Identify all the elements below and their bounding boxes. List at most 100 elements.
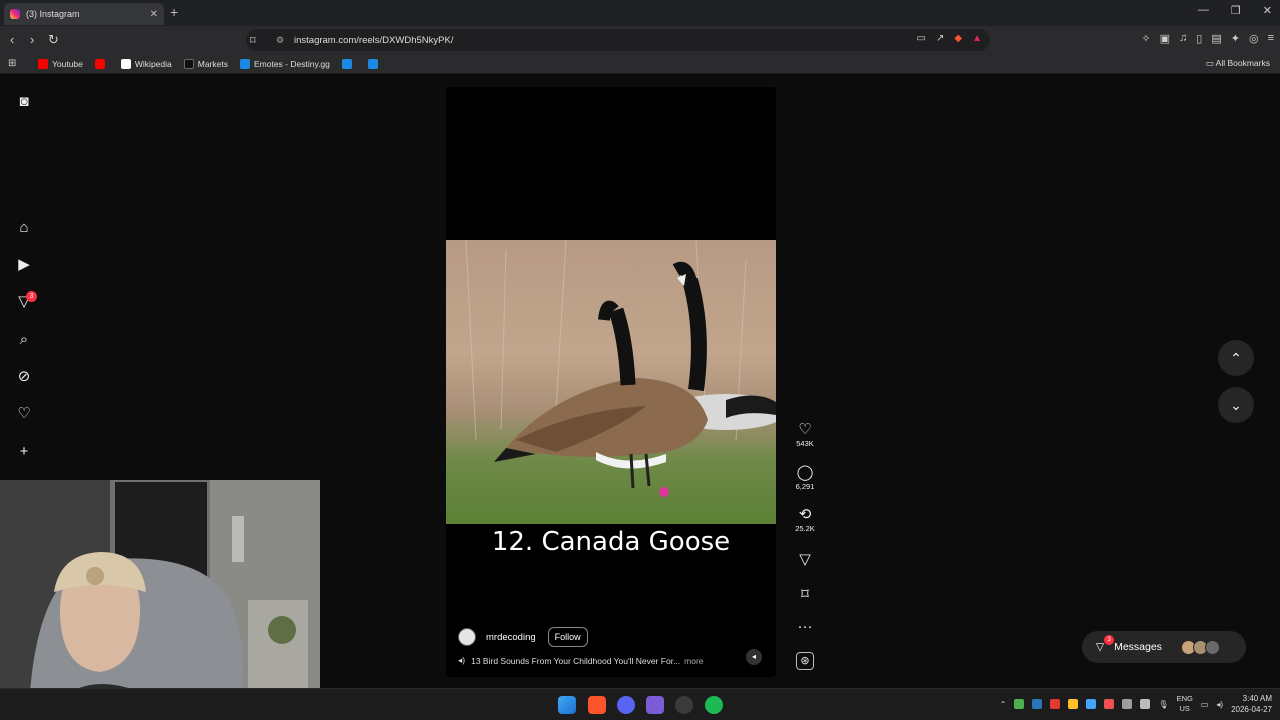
more-link[interactable]: more (684, 656, 703, 666)
menu-icon[interactable]: ≡ (1268, 32, 1274, 45)
bookmarks-bar: ⊞ Youtube Wikipedia Markets Emotes - Des… (0, 54, 1280, 74)
home-icon[interactable]: ⌂ (14, 217, 34, 237)
next-reel-button[interactable]: ⌄ (1218, 387, 1254, 423)
restore-button[interactable]: ❐ (1231, 4, 1241, 17)
audio-source-action[interactable]: ⊛ (790, 652, 820, 670)
windows-start-icon[interactable] (558, 696, 576, 714)
audio-avatar-icon[interactable]: ⊛ (796, 652, 814, 670)
tray-overflow-icon[interactable]: ⌃ (1000, 700, 1007, 709)
search-icon[interactable]: ⌕ (14, 329, 34, 349)
tray-app-icon[interactable] (1140, 699, 1151, 709)
create-icon[interactable]: + (14, 441, 34, 461)
bookmark-page-icon[interactable]: ⌑ (250, 34, 256, 47)
network-icon[interactable]: ▭ (1201, 700, 1209, 709)
author-avatar[interactable] (458, 628, 476, 646)
url-bar-icons: ▭ ↗ ◆ ▲ (917, 33, 982, 44)
vpn-icon[interactable]: ◎ (1249, 32, 1259, 45)
brave-taskbar-icon[interactable] (588, 696, 606, 714)
like-action[interactable]: ♡ 543K (790, 420, 820, 448)
instagram-favicon-icon (10, 9, 20, 19)
sidebar-icon[interactable]: ▯ (1196, 32, 1202, 45)
close-window-button[interactable]: ✕ (1263, 4, 1272, 17)
save-action[interactable]: ⌑ (790, 585, 820, 603)
share-icon[interactable]: ↗ (936, 33, 944, 44)
messages-badge: 3 (1104, 635, 1114, 645)
address-bar[interactable]: ⌑ ⚙ instagram.com/reels/DXWDh5NkyPK/ ▭ ↗… (246, 29, 990, 51)
system-clock[interactable]: 3:40 AM 2026-04-27 (1231, 693, 1272, 715)
apps-grid-icon[interactable]: ⊞ (8, 58, 22, 69)
tray-app-icon[interactable] (1122, 699, 1133, 709)
bookmark-destiny-3[interactable] (367, 58, 382, 69)
tray-app-icon[interactable] (1050, 699, 1061, 709)
forward-button[interactable]: › (30, 32, 34, 47)
repost-action[interactable]: ⟲ 25.2K (790, 505, 820, 533)
tray-app-icon[interactable] (1068, 699, 1079, 709)
back-button[interactable]: ‹ (10, 32, 14, 47)
bookmark-youtube[interactable]: Youtube (38, 58, 83, 69)
window-controls: — ❐ ✕ (1198, 4, 1272, 17)
send-icon[interactable]: ▽ (790, 550, 820, 568)
bookmark-markets[interactable]: Markets (183, 58, 228, 69)
system-tray: ⌃ 🎙 ENG US ▭ ◂) 3:40 AM 2026-04-27 (1000, 693, 1272, 715)
new-tab-button[interactable]: + (170, 4, 178, 20)
follow-button[interactable]: Follow (547, 627, 588, 647)
bookmark-label: Markets (197, 58, 228, 69)
discord-taskbar-icon[interactable] (617, 696, 635, 714)
tray-app-icon[interactable] (1104, 699, 1115, 709)
reel-video[interactable]: 12. Canada Goose mrdecoding Follow ◂) 13… (446, 87, 776, 677)
media-icon[interactable]: ♫ (1179, 32, 1187, 45)
reel-overlay-title: 12. Canada Goose (491, 527, 731, 557)
tray-steam-icon[interactable] (1032, 699, 1043, 709)
comment-action[interactable]: ◯ 6,291 (790, 463, 820, 491)
like-count: 543K (796, 439, 814, 448)
explore-icon[interactable]: ⊘ (14, 366, 34, 386)
volume-icon[interactable]: ◂) (1216, 700, 1223, 709)
messages-avatars (1180, 639, 1220, 655)
bookmark-destiny-emotes[interactable]: Emotes - Destiny.gg (239, 58, 330, 69)
reels-icon[interactable]: ▶ (14, 254, 34, 274)
extensions-icon[interactable]: ✧ (1141, 32, 1150, 45)
chevron-down-icon: ⌄ (1230, 396, 1242, 413)
obs-taskbar-icon[interactable] (675, 696, 693, 714)
bookmark-label: Emotes - Destiny.gg (253, 58, 330, 69)
repost-count: 25.2K (795, 524, 815, 533)
brave-rewards-icon[interactable]: ▲ (972, 33, 982, 44)
mic-icon[interactable]: 🎙 (1158, 700, 1168, 709)
more-options-icon[interactable]: ··· (790, 618, 820, 635)
minimize-button[interactable]: — (1198, 4, 1209, 17)
previous-reel-button[interactable]: ⌃ (1218, 340, 1254, 376)
browser-tab-instagram[interactable]: (3) Instagram ✕ (4, 3, 164, 25)
bookmark-youtube-2[interactable] (94, 58, 109, 69)
language-indicator[interactable]: ENG US (1177, 694, 1193, 714)
cast-icon[interactable]: ▭ (917, 33, 926, 44)
heart-icon[interactable]: ♡ (790, 420, 820, 438)
spotify-taskbar-icon[interactable] (705, 696, 723, 714)
reload-button[interactable]: ↻ (48, 32, 59, 48)
bookmark-icon[interactable]: ⌑ (790, 585, 820, 603)
leo-ai-icon[interactable]: ✦ (1231, 32, 1240, 45)
messages-button[interactable]: ▽ 3 Messages (1082, 631, 1246, 663)
more-options-action[interactable]: ··· (790, 618, 820, 635)
comment-icon[interactable]: ◯ (790, 463, 820, 481)
bookmark-destiny-2[interactable] (341, 58, 356, 69)
tray-app-icon[interactable] (1086, 699, 1097, 709)
tab-close-icon[interactable]: ✕ (150, 9, 158, 20)
bookmark-wikipedia[interactable]: Wikipedia (120, 58, 172, 69)
tray-app-icon[interactable] (1014, 699, 1025, 709)
clock-time: 3:40 AM (1242, 694, 1272, 703)
app-taskbar-icon[interactable] (646, 696, 664, 714)
screenshot-icon[interactable]: ▣ (1160, 32, 1170, 45)
author-username[interactable]: mrdecoding (486, 632, 536, 643)
brave-shields-icon[interactable]: ◆ (954, 33, 962, 44)
mute-toggle-icon[interactable]: ◂ (746, 649, 762, 665)
share-action[interactable]: ▽ (790, 550, 820, 568)
instagram-logo-icon[interactable]: ◙ (14, 91, 34, 111)
repost-icon[interactable]: ⟲ (790, 505, 820, 523)
url-text[interactable]: instagram.com/reels/DXWDh5NkyPK/ (294, 35, 453, 46)
audio-icon[interactable]: ◂) (458, 655, 465, 666)
all-bookmarks-button[interactable]: ▭ All Bookmarks (1206, 58, 1270, 69)
wallet-icon[interactable]: ▤ (1211, 32, 1221, 45)
notifications-heart-icon[interactable]: ♡ (14, 403, 34, 423)
reel-description-text[interactable]: 13 Bird Sounds From Your Childhood You'l… (471, 656, 680, 666)
site-info-icon[interactable]: ⚙ (276, 35, 284, 46)
